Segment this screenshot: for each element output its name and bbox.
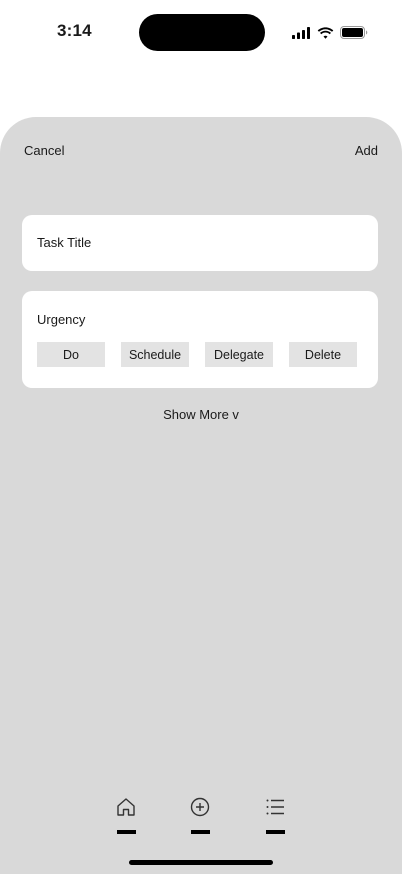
- status-icons: [292, 24, 368, 41]
- task-title-placeholder: Task Title: [37, 235, 92, 250]
- tab-indicator: [191, 830, 210, 834]
- tab-indicator: [266, 830, 285, 834]
- cancel-button[interactable]: Cancel: [24, 143, 64, 158]
- urgency-option-delegate[interactable]: Delegate: [205, 342, 273, 367]
- tab-home[interactable]: [106, 797, 146, 837]
- status-time: 3:14: [57, 21, 92, 40]
- tab-list[interactable]: [255, 797, 295, 837]
- add-task-sheet: Cancel Add Task Title Urgency Do Schedul…: [0, 117, 402, 874]
- tab-indicator: [117, 830, 136, 834]
- dynamic-island: [139, 14, 265, 51]
- urgency-option-do[interactable]: Do: [37, 342, 105, 367]
- task-title-field[interactable]: Task Title: [22, 215, 378, 271]
- tab-bar: [0, 797, 402, 857]
- wifi-icon: [317, 26, 334, 39]
- urgency-card: Urgency Do Schedule Delegate Delete: [22, 291, 378, 388]
- urgency-label: Urgency: [37, 312, 86, 327]
- show-more-button[interactable]: Show More v: [0, 407, 402, 422]
- screen: 3:14 Cancel Add Task Title Urgency Do Sc…: [0, 0, 402, 874]
- cellular-signal-icon: [292, 26, 311, 39]
- add-button[interactable]: Add: [355, 143, 378, 158]
- tab-add[interactable]: [180, 797, 220, 837]
- urgency-options: Do Schedule Delegate Delete: [37, 342, 357, 367]
- home-indicator: [129, 860, 273, 865]
- status-bar: 3:14: [0, 0, 402, 64]
- battery-icon: [340, 26, 368, 39]
- urgency-option-schedule[interactable]: Schedule: [121, 342, 189, 367]
- urgency-option-delete[interactable]: Delete: [289, 342, 357, 367]
